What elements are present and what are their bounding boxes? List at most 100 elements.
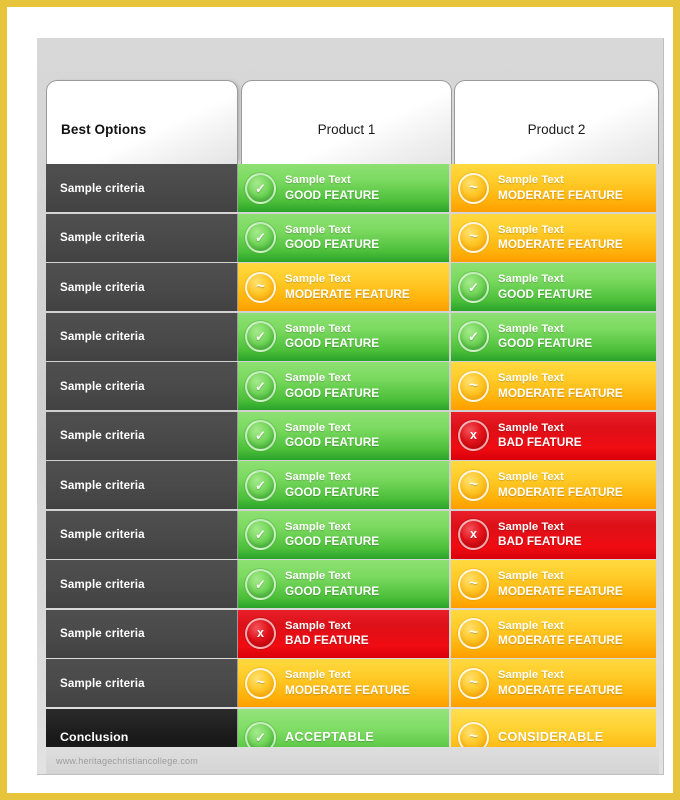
badge-glyph: ✓ [255, 576, 266, 592]
badge-glyph: ~ [469, 376, 478, 394]
badge-glyph: ✓ [255, 230, 266, 245]
row-product-1-cell[interactable]: ✓ Sample Text GOOD FEATURE [238, 362, 449, 410]
tilde-icon: ~ [458, 667, 489, 699]
row-product-2-cell[interactable]: x Sample Text BAD FEATURE [451, 510, 656, 559]
header-tab-product-2[interactable]: Product 2 [454, 80, 659, 164]
cell-sample-text: Sample Text [285, 322, 351, 335]
cell-sample-text: Sample Text [498, 273, 564, 286]
criteria-cell[interactable]: Sample criteria [46, 164, 238, 212]
header-criteria-label: Best Options [61, 122, 147, 137]
badge-glyph: ✓ [255, 729, 266, 745]
panel-footer: www.heritagechristiancollege.com [46, 747, 659, 774]
cell-text-block: Sample Text MODERATE FEATURE [498, 619, 623, 649]
check-icon: ✓ [245, 222, 276, 253]
row-product-2-cell[interactable]: ~ Sample Text MODERATE FEATURE [451, 213, 656, 262]
cell-status-label: MODERATE FEATURE [498, 633, 623, 648]
table-row: Sample criteria ✓ Sample Text GOOD FEATURE ~… [46, 164, 659, 212]
criteria-cell[interactable]: Sample criteria [46, 609, 238, 658]
cell-status-label: BAD FEATURE [285, 633, 369, 648]
cell-text-block: Sample Text MODERATE FEATURE [285, 668, 410, 698]
badge-glyph: ~ [469, 673, 478, 691]
cell-text-block: Sample Text GOOD FEATURE [285, 421, 379, 451]
cell-text-block: Sample Text GOOD FEATURE [285, 173, 379, 203]
cell-text-block: Sample Text GOOD FEATURE [285, 322, 379, 352]
row-product-1-cell[interactable]: x Sample Text BAD FEATURE [238, 609, 449, 658]
criteria-cell[interactable]: Sample criteria [46, 362, 238, 410]
table-row: Sample criteria ✓ Sample Text GOOD FEATURE ~… [46, 461, 659, 509]
row-product-2-cell[interactable]: ✓ Sample Text GOOD FEATURE [451, 263, 656, 311]
cell-text-block: Sample Text MODERATE FEATURE [498, 173, 623, 203]
cell-sample-text: Sample Text [498, 421, 564, 434]
cell-status-label: GOOD FEATURE [285, 583, 380, 598]
cell-text-block: Sample Text MODERATE FEATURE [498, 668, 623, 698]
row-product-2-cell[interactable]: ~ Sample Text MODERATE FEATURE [451, 461, 656, 509]
cell-status-label: GOOD FEATURE [285, 336, 380, 351]
cell-status-label: MODERATE FEATURE [498, 583, 623, 598]
header-tab-product-1[interactable]: Product 1 [241, 80, 452, 164]
cell-sample-text: Sample Text [498, 520, 564, 533]
cell-sample-text: Sample Text [285, 273, 351, 286]
criteria-cell[interactable]: Sample criteria [46, 411, 238, 460]
cell-status-label: MODERATE FEATURE [498, 682, 623, 697]
table-row: Sample criteria ~ Sample Text MODERATE FEAT… [46, 659, 659, 707]
row-product-1-cell[interactable]: ✓ Sample Text GOOD FEATURE [238, 411, 449, 460]
badge-glyph: ✓ [255, 477, 266, 493]
badge-glyph: ~ [469, 228, 478, 245]
cell-sample-text: Sample Text [285, 570, 351, 583]
row-product-2-cell[interactable]: x Sample Text BAD FEATURE [451, 411, 656, 460]
row-product-1-cell[interactable]: ✓ Sample Text GOOD FEATURE [238, 312, 449, 361]
cell-status-label: GOOD FEATURE [285, 435, 380, 450]
row-product-2-cell[interactable]: ~ Sample Text MODERATE FEATURE [451, 659, 656, 707]
row-product-2-cell[interactable]: ✓ Sample Text GOOD FEATURE [451, 312, 656, 361]
cell-sample-text: Sample Text [285, 471, 351, 484]
cell-text-block: Sample Text GOOD FEATURE [285, 371, 379, 401]
cell-text-block: Sample Text MODERATE FEATURE [498, 223, 623, 253]
tilde-icon: ~ [458, 568, 489, 600]
criteria-cell[interactable]: Sample criteria [46, 263, 238, 311]
cell-status-label: MODERATE FEATURE [498, 187, 623, 202]
row-product-2-cell[interactable]: ~ Sample Text MODERATE FEATURE [451, 560, 656, 608]
badge-glyph: x [257, 626, 264, 641]
cell-status-label: MODERATE FEATURE [498, 237, 623, 252]
row-product-1-cell[interactable]: ✓ Sample Text GOOD FEATURE [238, 510, 449, 559]
criteria-cell[interactable]: Sample criteria [46, 213, 238, 262]
criteria-cell[interactable]: Sample criteria [46, 312, 238, 361]
row-product-2-cell[interactable]: ~ Sample Text MODERATE FEATURE [451, 362, 656, 410]
criteria-cell[interactable]: Sample criteria [46, 659, 238, 707]
row-product-2-cell[interactable]: ~ Sample Text MODERATE FEATURE [451, 164, 656, 212]
tilde-icon: ~ [458, 469, 489, 501]
tilde-icon: ~ [458, 618, 489, 649]
cell-text-block: Sample Text GOOD FEATURE [498, 272, 592, 302]
criteria-cell[interactable]: Sample criteria [46, 560, 238, 608]
cell-text-block: Sample Text MODERATE FEATURE [285, 272, 410, 302]
check-icon: ✓ [245, 370, 276, 402]
tilde-icon: ~ [245, 271, 276, 303]
row-product-1-cell[interactable]: ✓ Sample Text GOOD FEATURE [238, 213, 449, 262]
comparison-table-panel: Best Options Product 1 Product 2 Sample … [37, 38, 664, 775]
row-product-1-cell[interactable]: ✓ Sample Text GOOD FEATURE [238, 461, 449, 509]
cell-text-block: ACCEPTABLE [285, 729, 374, 745]
cell-text-block: Sample Text GOOD FEATURE [285, 223, 379, 253]
row-product-1-cell[interactable]: ~ Sample Text MODERATE FEATURE [238, 659, 449, 707]
watermark-text: www.heritagechristiancollege.com [56, 755, 198, 766]
cell-sample-text: Sample Text [285, 174, 351, 187]
badge-glyph: ✓ [468, 329, 479, 344]
criteria-cell[interactable]: Sample criteria [46, 461, 238, 509]
row-product-1-cell[interactable]: ~ Sample Text MODERATE FEATURE [238, 263, 449, 311]
row-product-1-cell[interactable]: ✓ Sample Text GOOD FEATURE [238, 560, 449, 608]
badge-glyph: ✓ [255, 428, 266, 443]
table-row: Sample criteria ✓ Sample Text GOOD FEATURE ~… [46, 213, 659, 262]
cell-sample-text: Sample Text [285, 421, 351, 434]
header-tab-best-options[interactable]: Best Options [46, 80, 238, 164]
cell-sample-text: Sample Text [498, 223, 564, 236]
header-product-2-label: Product 2 [527, 122, 586, 137]
cell-sample-text: Sample Text [498, 471, 564, 484]
row-product-2-cell[interactable]: ~ Sample Text MODERATE FEATURE [451, 609, 656, 658]
table-row: Sample criteria x Sample Text BAD FEATURE ~ S… [46, 609, 659, 658]
cell-sample-text: Sample Text [498, 619, 564, 632]
criteria-cell[interactable]: Sample criteria [46, 510, 238, 559]
cell-sample-text: Sample Text [498, 322, 564, 335]
cell-status-label: CONSIDERABLE [498, 729, 604, 744]
row-product-1-cell[interactable]: ✓ Sample Text GOOD FEATURE [238, 164, 449, 212]
cell-status-label: ACCEPTABLE [285, 729, 375, 744]
